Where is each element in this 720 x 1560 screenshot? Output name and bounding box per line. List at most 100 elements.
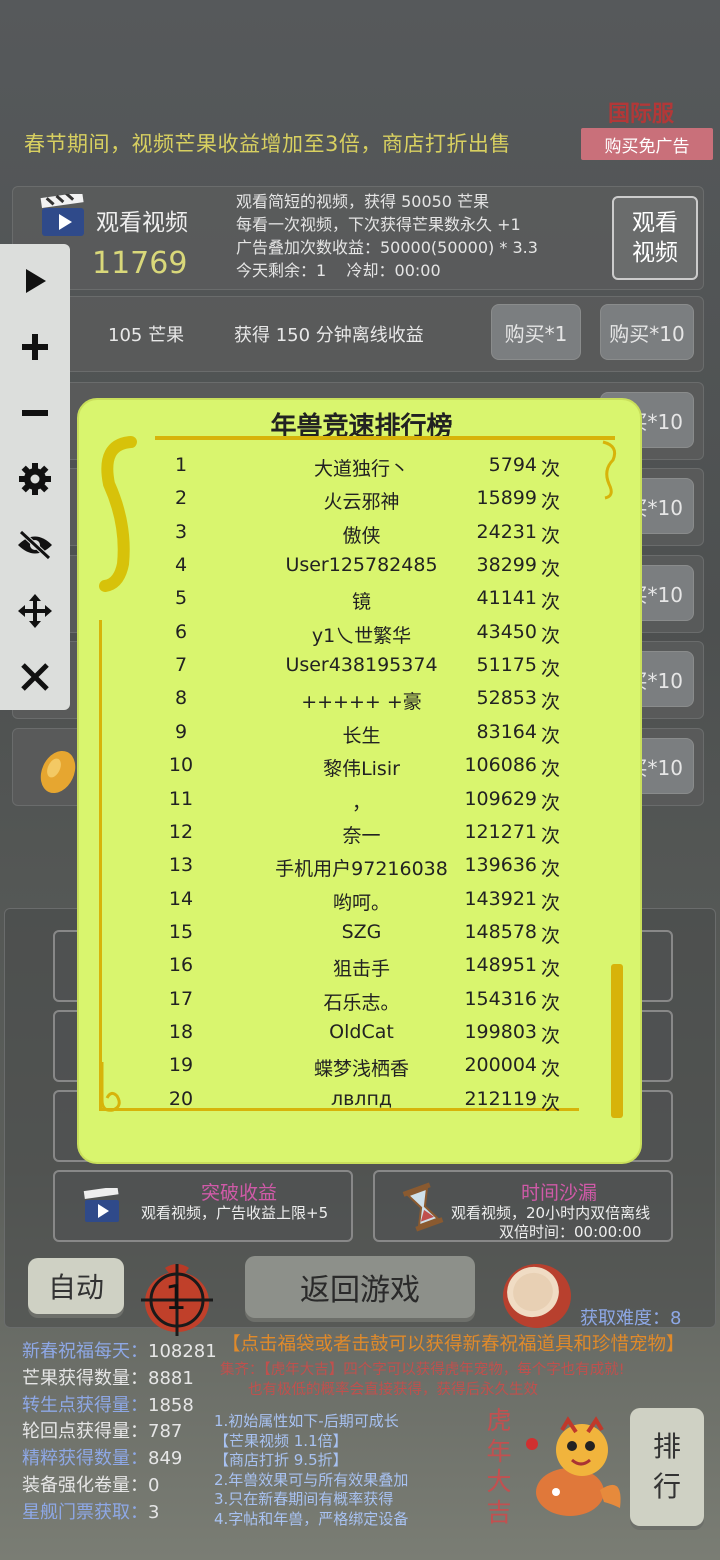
stat-row: 精粹获得数量：849 xyxy=(22,1448,183,1470)
rank-number: 20 xyxy=(168,1087,194,1110)
difficulty-label: 获取难度：8 xyxy=(580,1308,682,1329)
minus-icon[interactable] xyxy=(12,390,58,436)
hourglass-card[interactable]: 时间沙漏 观看视频，20小时内双倍离线 双倍时间：00:00:00 xyxy=(373,1170,673,1242)
collect-text: 集齐：【虎年大吉】四个字可以获得虎年宠物，每个字也有成就! xyxy=(220,1362,625,1378)
stat-row: 芒果获得数量：8881 xyxy=(22,1367,194,1389)
festival-notice: 春节期间，视频芒果收益增加至3倍，商店打折出售 xyxy=(24,132,511,156)
buy-no-ads-button[interactable]: 购买免广告 xyxy=(581,128,713,160)
player-score: 121271 xyxy=(464,820,537,843)
leaderboard-row: 12 奈一 121271 次 xyxy=(79,821,644,854)
player-score: 109629 xyxy=(464,787,537,810)
target-number: 1 xyxy=(165,1278,187,1318)
leaderboard-row: 5 镜 41141 次 xyxy=(79,587,644,620)
rank-number: 7 xyxy=(174,654,188,677)
watch-video-button[interactable]: 观看 视频 xyxy=(612,196,698,280)
rank-number: 18 xyxy=(168,1020,194,1043)
buy-1-button[interactable]: 购买*1 xyxy=(491,304,581,360)
notes-list: 1.初始属性如下-后期可成长 【芒果视频 1.1倍】 【商店打折 9.5折】 2… xyxy=(214,1412,409,1528)
score-unit: 次 xyxy=(541,624,561,647)
move-icon[interactable] xyxy=(12,588,58,634)
intl-server-label: 国际服 xyxy=(608,102,675,127)
hourglass-title: 时间沙漏 xyxy=(521,1182,598,1204)
player-score: 15899 xyxy=(476,487,537,510)
score-unit: 次 xyxy=(541,758,561,781)
leaderboard-row: 8 +++++ +豪 52853 次 xyxy=(79,687,644,720)
leaderboard-row: 1 大道独行丶 5794 次 xyxy=(79,454,644,487)
leaderboard-modal: 年兽竞速排行榜 1 大道独行丶 5794 次 2 火云邪神 15899 次 3 傲侠 24231 次 4… xyxy=(77,398,642,1164)
player-name: 蝶梦浅栖香 xyxy=(313,1058,409,1081)
player-score: 143921 xyxy=(464,887,537,910)
stat-row: 装备强化卷量：0 xyxy=(22,1474,160,1496)
stat-row: 轮回点获得量：787 xyxy=(22,1421,183,1443)
lucky-bag-target-icon[interactable]: 1 xyxy=(137,1258,217,1338)
play-icon[interactable] xyxy=(12,258,58,304)
player-name: 黎伟Lisir xyxy=(323,758,400,781)
player-name: User438195374 xyxy=(285,654,438,677)
leaderboard-row: 15 SZG 148578 次 xyxy=(79,921,644,954)
buy-10-button[interactable]: 购买*10 xyxy=(600,304,694,360)
leaderboard-row: 14 哟呵。 143921 次 xyxy=(79,888,644,921)
breakthrough-desc: 观看视频，广告收益上限+5 xyxy=(141,1204,329,1222)
player-score: 38299 xyxy=(476,554,537,577)
leaderboard-row: 16 狙击手 148951 次 xyxy=(79,954,644,987)
auto-button[interactable]: 自动 xyxy=(28,1258,124,1314)
rank-number: 8 xyxy=(174,687,188,710)
player-name: SZG xyxy=(341,920,382,943)
hourglass-icon xyxy=(401,1182,445,1232)
rank-number: 12 xyxy=(168,820,194,843)
video-count: 11769 xyxy=(92,246,188,281)
stats-list: 新春祝福每天：108281 芒果获得数量：8881 转生点获得量：1858 轮回… xyxy=(22,1339,217,1527)
leaderboard-row: 19 蝶梦浅栖香 200004 次 xyxy=(79,1054,644,1087)
leaderboard-row: 9 长生 83164 次 xyxy=(79,721,644,754)
plus-icon[interactable] xyxy=(12,324,58,370)
player-score: 51175 xyxy=(476,654,537,677)
video-description: 观看简短的视频，获得 50050 芒果 每看一次视频，下次获得芒果数永久 +1 … xyxy=(236,192,538,280)
leaderboard-row: 17 石乐志。 154316 次 xyxy=(79,988,644,1021)
score-unit: 次 xyxy=(541,558,561,581)
breakthrough-title: 突破收益 xyxy=(201,1182,278,1204)
score-unit: 次 xyxy=(541,524,561,547)
player-name: 火云邪神 xyxy=(323,491,400,514)
stat-row: 新春祝福每天：108281 xyxy=(22,1341,217,1362)
rank-number: 4 xyxy=(174,554,188,577)
score-unit: 次 xyxy=(541,724,561,747)
drum-icon[interactable] xyxy=(500,1256,574,1330)
watch-video-title: 观看视频 xyxy=(96,210,188,236)
player-name: лвлпд xyxy=(330,1087,393,1110)
score-unit: 次 xyxy=(541,491,561,514)
leaderboard-row: 3 傲侠 24231 次 xyxy=(79,521,644,554)
rank-number: 17 xyxy=(168,987,194,1010)
player-name: ， xyxy=(351,791,371,814)
score-unit: 次 xyxy=(541,1058,561,1081)
player-name: 手机用户97216038 xyxy=(275,858,448,881)
score-unit: 次 xyxy=(541,824,561,847)
player-score: 106086 xyxy=(464,754,537,777)
player-score: 24231 xyxy=(476,520,537,543)
collect-text-2: 也有极低的概率会直接获得，获得后永久生效 xyxy=(248,1382,538,1398)
tiger-pet-icon xyxy=(520,1412,630,1524)
player-score: 212119 xyxy=(464,1087,537,1110)
score-unit: 次 xyxy=(541,458,561,480)
leaderboard-row: 10 黎伟Lisir 106086 次 xyxy=(79,754,644,787)
return-game-button[interactable]: 返回游戏 xyxy=(245,1256,475,1318)
player-name: 大道独行丶 xyxy=(313,458,409,480)
rank-number: 14 xyxy=(168,887,194,910)
score-unit: 次 xyxy=(541,1091,561,1114)
breakthrough-card[interactable]: 突破收益 观看视频，广告收益上限+5 xyxy=(53,1170,353,1242)
rank-number: 10 xyxy=(168,754,194,777)
rank-number: 6 xyxy=(174,620,188,643)
close-icon[interactable] xyxy=(12,654,58,700)
shop-desc: 获得 150 分钟离线收益 xyxy=(234,325,424,346)
leaderboard-row: 18 OldCat 199803 次 xyxy=(79,1021,644,1054)
gear-icon[interactable] xyxy=(12,456,58,502)
player-name: 石乐志。 xyxy=(323,991,400,1014)
clapperboard-icon xyxy=(40,192,86,238)
leaderboard-row: 4 User125782485 38299 次 xyxy=(79,554,644,587)
rank-button[interactable]: 排 行 xyxy=(630,1408,704,1526)
eye-off-icon[interactable] xyxy=(12,522,58,568)
leaderboard-row: 6 y1乀世繁华 43450 次 xyxy=(79,621,644,654)
rank-number: 13 xyxy=(168,854,194,877)
rank-number: 1 xyxy=(174,454,188,476)
player-score: 41141 xyxy=(476,587,537,610)
player-score: 148578 xyxy=(464,920,537,943)
